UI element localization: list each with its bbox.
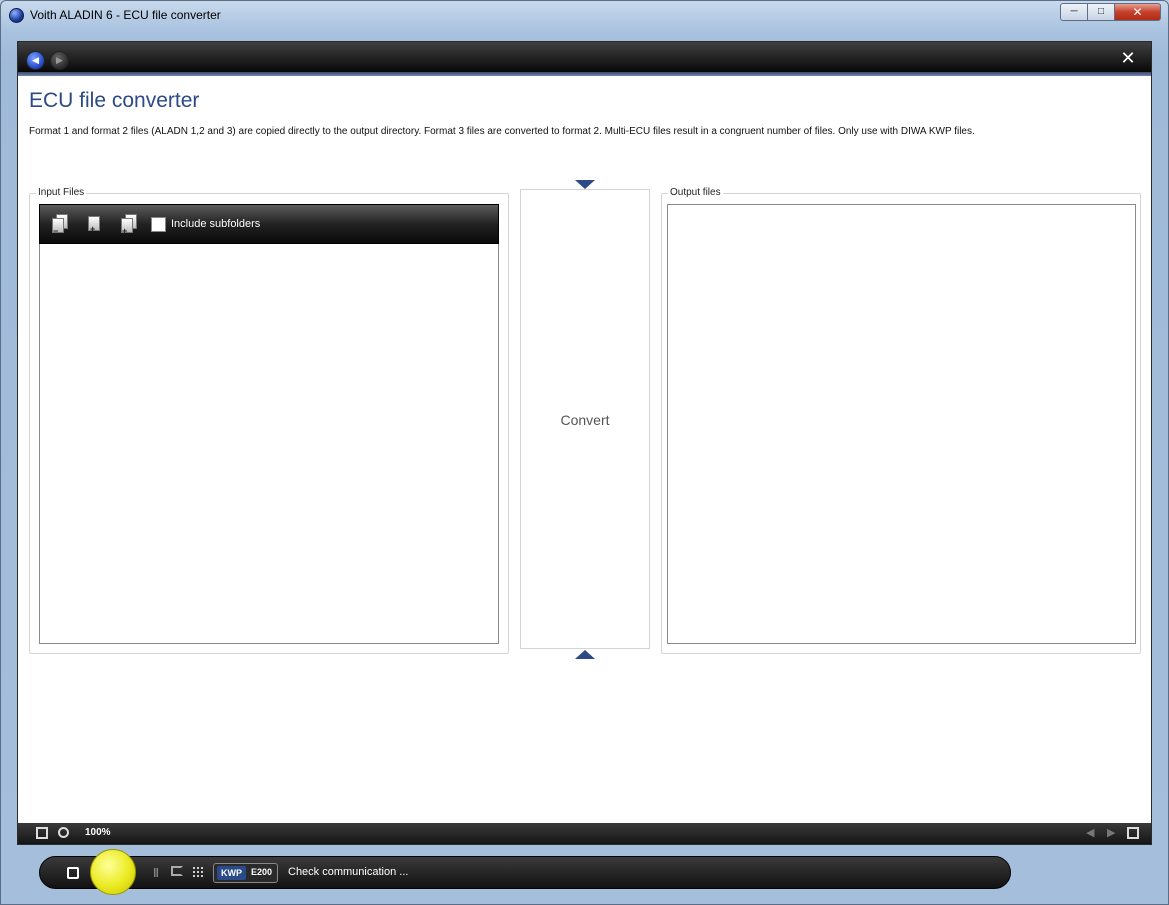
maximize-button[interactable]: □	[1087, 3, 1115, 21]
include-subfolders-checkbox[interactable]	[151, 217, 166, 232]
zoom-level: 100%	[85, 827, 111, 838]
add-folder-files-icon[interactable]: +	[119, 214, 139, 236]
repeat-icon[interactable]	[171, 866, 183, 876]
window-frame: Voith ALADIN 6 - ECU file converter ─ □ …	[0, 0, 1169, 905]
close-page-button[interactable]: ✕	[1118, 48, 1138, 68]
input-files-toolbar: − + + Include subfolders	[39, 204, 499, 244]
minimize-button[interactable]: ─	[1060, 3, 1088, 21]
grid-icon[interactable]	[192, 866, 204, 878]
topbar-separator	[18, 72, 1151, 76]
aladin-app-icon	[9, 8, 24, 23]
pause-icon[interactable]: ‖	[153, 866, 160, 880]
popout-icon[interactable]	[1127, 827, 1139, 839]
ecu-label: E200	[251, 867, 273, 877]
convert-button[interactable]: Convert	[520, 189, 650, 649]
arrow-down-icon	[575, 180, 595, 189]
page-description: Format 1 and format 2 files (ALADN 1,2 a…	[29, 126, 975, 137]
output-files-group: Output files	[661, 187, 1141, 654]
remove-files-icon[interactable]: −	[50, 214, 70, 236]
input-files-list[interactable]	[39, 244, 499, 644]
window-title: Voith ALADIN 6 - ECU file converter	[30, 8, 221, 22]
forward-button[interactable]: ▶	[50, 51, 69, 70]
arrow-up-icon	[575, 650, 595, 659]
protocol-badge: KWP E200	[213, 863, 278, 883]
communication-dock: ‖ KWP E200 Check communication ...	[39, 856, 1011, 889]
zoom-icon[interactable]	[58, 827, 69, 838]
status-bar: 100% ◀ ▶	[18, 823, 1151, 844]
window-titlebar[interactable]: Voith ALADIN 6 - ECU file converter ─ □ …	[1, 1, 1169, 31]
app-topbar: ◀ ▶ ✕	[18, 42, 1151, 76]
page-title: ECU file converter	[29, 89, 200, 112]
input-files-legend: Input Files	[36, 187, 87, 198]
output-files-legend: Output files	[668, 187, 723, 198]
include-subfolders-label: Include subfolders	[171, 218, 261, 230]
stop-icon[interactable]	[67, 867, 79, 879]
app-content: ◀ ▶ ✕ ECU file converter Format 1 and fo…	[17, 41, 1152, 845]
status-led-indicator	[90, 849, 136, 895]
close-window-button[interactable]: ✕	[1114, 3, 1161, 21]
previous-icon[interactable]: ◀	[1086, 826, 1094, 839]
next-icon[interactable]: ▶	[1107, 826, 1115, 839]
output-files-list[interactable]	[667, 204, 1136, 644]
communication-status-text: Check communication ...	[288, 866, 409, 878]
add-file-icon[interactable]: +	[85, 214, 105, 236]
fit-screen-icon[interactable]	[36, 827, 48, 839]
back-button[interactable]: ◀	[26, 51, 45, 70]
input-files-group: Input Files − + + Include subfolders	[29, 187, 509, 654]
protocol-kwp-label: KWP	[217, 866, 246, 880]
